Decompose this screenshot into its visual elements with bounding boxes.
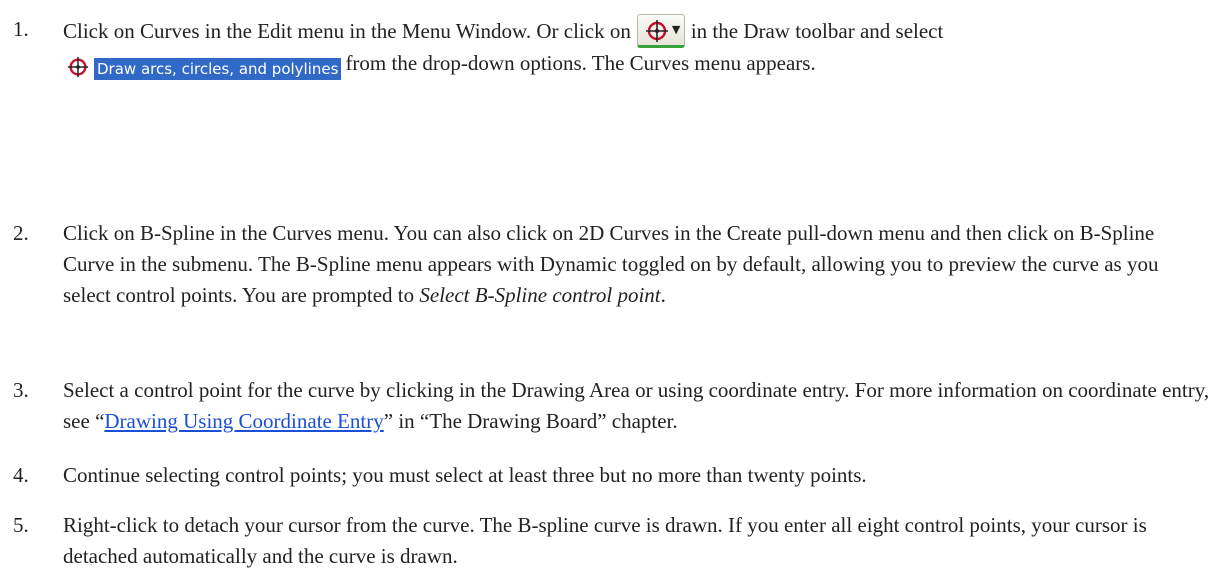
step-text-part: in the Draw toolbar and select [690, 19, 944, 43]
step-5: 5. Right-click to detach your cursor fro… [0, 510, 1210, 572]
step-1: 1. Click on Curves in the Edit menu in t… [0, 14, 1210, 83]
step-number: 4. [13, 463, 29, 487]
draw-curves-icon [645, 20, 668, 42]
step-text-part: Click on Curves in the Edit menu in the … [63, 19, 631, 43]
step-number: 2. [13, 221, 29, 245]
step-number: 1. [13, 17, 29, 41]
step-number: 3. [13, 378, 29, 402]
step-3: 3. Select a control point for the curve … [0, 375, 1210, 437]
step-text: Click on Curves in the Edit menu in the … [63, 14, 1210, 83]
menu-item-label: Draw arcs, circles, and polylines [94, 58, 342, 80]
chevron-down-icon: ▼ [671, 23, 681, 36]
draw-curves-icon [67, 56, 89, 78]
step-text-part: ” in “The Drawing Board” chapter. [383, 409, 678, 433]
step-number: 5. [13, 513, 29, 537]
step-4: 4. Continue selecting control points; yo… [0, 460, 1210, 491]
step-text: Continue selecting control points; you m… [63, 463, 867, 487]
step-text-part: from the drop-down options. The Curves m… [345, 51, 816, 75]
coordinate-entry-link[interactable]: Drawing Using Coordinate Entry [104, 409, 383, 433]
step-text: Select a control point for the curve by … [63, 375, 1210, 437]
step-text-part: . [660, 283, 666, 307]
step-2: 2. Click on B-Spline in the Curves menu.… [0, 218, 1210, 311]
draw-toolbar-button[interactable]: ▼ [636, 14, 685, 48]
step-text: Right-click to detach your cursor from t… [63, 513, 1147, 568]
step-text: Click on B-Spline in the Curves menu. Yo… [63, 218, 1210, 311]
menu-item-draw-arcs[interactable]: Draw arcs, circles, and polylines [67, 52, 342, 83]
document-page: 1. Click on Curves in the Edit menu in t… [0, 0, 1215, 581]
prompt-text: Select B-Spline control point [419, 283, 661, 307]
